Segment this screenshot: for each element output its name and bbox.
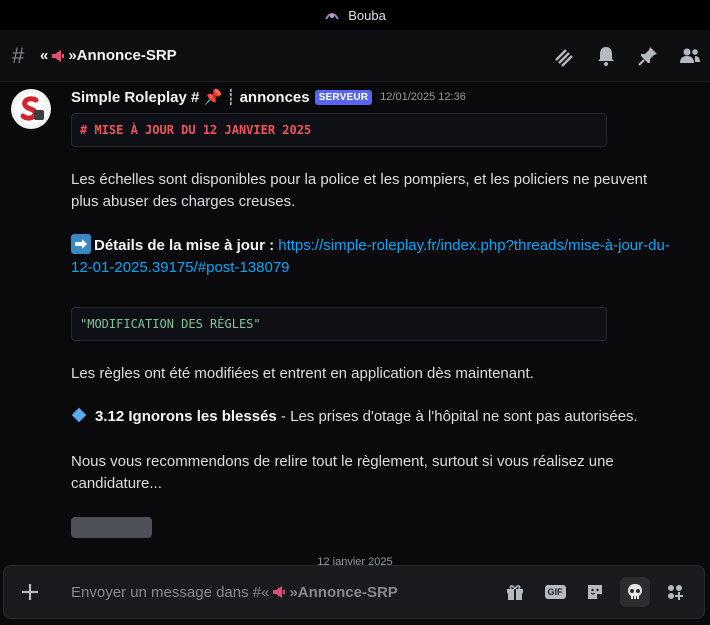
bell-icon[interactable] — [594, 44, 618, 68]
author-name[interactable]: Simple Roleplay # 📌 ┊ annonces — [71, 88, 310, 106]
details-line: Détails de la mise à jour : https://simp… — [71, 234, 671, 279]
message-paragraph-2: Les règles ont été modifiées et entrent … — [71, 365, 534, 382]
threads-icon[interactable] — [552, 44, 576, 68]
add-attachment-button[interactable] — [4, 565, 56, 619]
rules-codeblock: "MODIFICATION DES RÈGLES" — [71, 307, 607, 341]
pin-icon[interactable] — [636, 44, 660, 68]
gift-icon — [507, 585, 523, 600]
plus-icon — [22, 584, 38, 600]
srp-logo-icon — [15, 93, 47, 125]
members-icon[interactable] — [678, 44, 702, 68]
emoji-button[interactable] — [620, 577, 650, 607]
megaphone-icon — [273, 586, 286, 598]
channel-name: « »Annonce-SRP — [40, 47, 177, 64]
message-composer[interactable]: Envoyer un message dans #« »Annonce-SRP … — [3, 565, 705, 619]
message-header: Simple Roleplay # 📌 ┊ annonces SERVEUR 1… — [71, 88, 466, 106]
megaphone-icon — [52, 49, 65, 62]
channel-name-prefix: « — [40, 47, 49, 64]
message-button[interactable] — [71, 517, 152, 538]
rule-line: 3.12 Ignorons les blessés - Les prises d… — [71, 406, 671, 428]
rule-text: - Les prises d'otage à l'hôpital ne sont… — [276, 408, 638, 425]
gif-icon: GIF — [544, 585, 566, 599]
gift-button[interactable] — [500, 577, 530, 607]
sticker-button[interactable] — [580, 577, 610, 607]
channel-name-suffix: »Annonce-SRP — [68, 47, 177, 64]
author-avatar[interactable] — [11, 89, 51, 129]
channel-header: # « »Annonce-SRP — [0, 30, 710, 82]
apps-icon — [668, 585, 683, 600]
message-paragraph-3: Nous vous recommendons de relire tout le… — [71, 453, 614, 492]
placeholder-prefix: Envoyer un message dans #« — [71, 583, 270, 601]
heading-code-text: # MISE À JOUR DU 12 JANVIER 2025 — [80, 123, 312, 137]
gif-button[interactable]: GIF — [540, 577, 570, 607]
date-divider: 12 janvier 2025 — [317, 556, 393, 565]
message-timestamp[interactable]: 12/01/2025 12:36 — [380, 91, 466, 103]
apps-button[interactable] — [660, 577, 690, 607]
skull-icon — [628, 584, 642, 599]
server-badge: SERVEUR — [314, 89, 373, 105]
heading-codeblock: # MISE À JOUR DU 12 JANVIER 2025 — [71, 113, 607, 147]
sticker-icon — [588, 585, 602, 599]
details-label: Détails de la mise à jour : — [94, 237, 275, 254]
rules-code-text: "MODIFICATION DES RÈGLES" — [80, 317, 261, 331]
message-paragraph-1: Les échelles sont disponibles pour la po… — [71, 171, 648, 210]
channel-hash-icon: # — [12, 42, 25, 68]
message-list: Simple Roleplay # 📌 ┊ annonces SERVEUR 1… — [0, 82, 710, 565]
rule-title: 3.12 Ignorons les blessés — [95, 408, 277, 425]
arrow-right-icon — [71, 234, 91, 254]
placeholder-suffix: »Annonce-SRP — [289, 583, 398, 601]
server-icon — [325, 13, 340, 20]
window-titlebar: Bouba — [0, 0, 710, 30]
message-input[interactable]: Envoyer un message dans #« »Annonce-SRP — [56, 584, 500, 601]
window-title: Bouba — [348, 7, 386, 23]
diamond-icon — [71, 407, 87, 423]
